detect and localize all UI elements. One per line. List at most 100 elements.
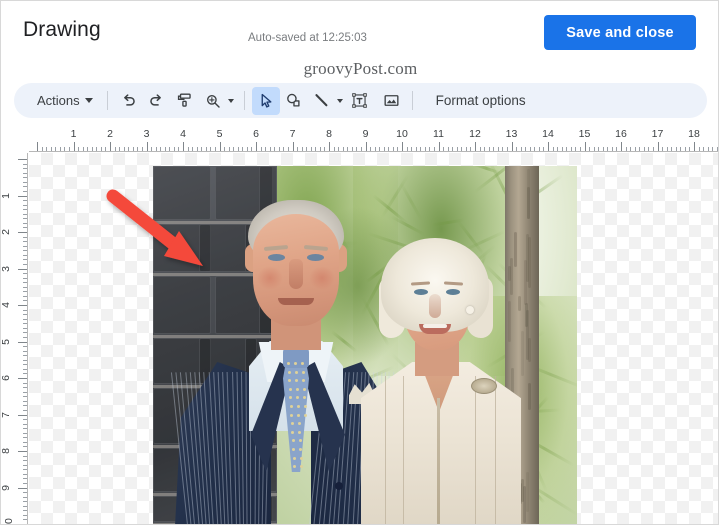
ruler-tick (265, 147, 266, 151)
ruler-tick (23, 364, 27, 365)
ruler-number: 4 (1, 302, 12, 308)
ruler-tick (575, 147, 576, 151)
photo-trunk-streak (528, 338, 531, 362)
photo-image[interactable] (153, 166, 577, 525)
ruler-number: 2 (1, 229, 12, 235)
ruler-tick (439, 142, 440, 151)
photo-person-left-cheek (257, 266, 283, 290)
ruler-tick (23, 255, 27, 256)
ruler-tick (658, 142, 659, 151)
ruler-tick (210, 147, 211, 151)
ruler-tick (23, 355, 27, 356)
ruler-baseline (29, 151, 719, 152)
ruler-tick (379, 147, 380, 151)
photo-trunk-streak (514, 232, 517, 267)
vertical-ruler[interactable]: 1 2 3 4 5 6 7 8 9 10 (1, 153, 29, 525)
ruler-tick (329, 142, 330, 151)
select-tool[interactable] (252, 87, 280, 115)
ruler-tick (23, 200, 27, 201)
ruler-tick (23, 205, 27, 206)
photo-tie-dot (294, 362, 297, 365)
shape-icon (284, 91, 303, 110)
ruler-number: 7 (290, 128, 296, 140)
ruler-tick (297, 147, 298, 151)
ruler-tick (87, 147, 88, 151)
drawing-canvas[interactable] (29, 153, 719, 525)
ruler-tick (443, 147, 444, 151)
ruler-tick (324, 147, 325, 151)
ruler-tick (18, 159, 27, 160)
photo-trunk-streak (510, 258, 513, 295)
ruler-tick (498, 147, 499, 151)
ruler-tick (594, 147, 595, 151)
chevron-down-icon (85, 98, 93, 103)
actions-menu-label: Actions (37, 93, 80, 108)
ruler-tick (105, 147, 106, 151)
ruler-number: 2 (107, 128, 113, 140)
ruler-tick (283, 147, 284, 151)
cursor-icon (257, 92, 275, 110)
ruler-tick (315, 147, 316, 151)
ruler-tick (23, 446, 27, 447)
ruler-tick (23, 373, 27, 374)
image-tool[interactable] (378, 87, 406, 115)
ruler-tick (23, 442, 27, 443)
ruler-tick (142, 147, 143, 151)
paint-format-button[interactable] (171, 87, 199, 115)
ruler-tick (393, 147, 394, 151)
photo-tie-dot (289, 388, 292, 391)
ruler-tick (461, 147, 462, 151)
photo-person-left-nose (289, 259, 303, 289)
zoom-chevron-down-icon[interactable] (228, 99, 234, 103)
ruler-tick (23, 483, 27, 484)
photo-tie-dot (288, 371, 291, 374)
line-chevron-down-icon[interactable] (337, 99, 343, 103)
ruler-tick (530, 147, 531, 151)
undo-button[interactable] (115, 87, 143, 115)
ruler-tick (133, 147, 134, 151)
ruler-tick (557, 147, 558, 151)
photo-trunk-streak (526, 472, 529, 512)
redo-button[interactable] (143, 87, 171, 115)
save-and-close-button[interactable]: Save and close (544, 15, 696, 50)
shape-tool[interactable] (280, 87, 308, 115)
zoom-button[interactable] (199, 87, 227, 115)
ruler-tick (347, 147, 348, 151)
ruler-tick (51, 147, 52, 151)
ruler-tick (370, 147, 371, 151)
ruler-tick (352, 147, 353, 151)
ruler-tick (23, 515, 27, 516)
ruler-tick (416, 147, 417, 151)
ruler-number: 10 (396, 128, 408, 140)
horizontal-ruler[interactable]: 1 2 3 4 5 6 7 8 9 10 11 12 13 14 15 16 17 18 (29, 127, 719, 153)
ruler-tick (23, 506, 27, 507)
ruler-number: 1 (1, 193, 12, 199)
ruler-tick (201, 147, 202, 151)
ruler-tick (23, 478, 27, 479)
page-title: Drawing (23, 18, 101, 42)
photo-trunk-streak (521, 331, 524, 376)
actions-menu-button[interactable]: Actions (28, 87, 100, 115)
ruler-tick (23, 164, 27, 165)
ruler-tick (607, 147, 608, 151)
line-tool[interactable] (308, 87, 336, 115)
ruler-tick (375, 147, 376, 151)
ruler-tick (23, 296, 27, 297)
ruler-tick (224, 147, 225, 151)
ruler-number: 8 (326, 128, 332, 140)
ruler-tick (23, 259, 27, 260)
ruler-number: 11 (433, 128, 444, 140)
photo-tie-dot (290, 405, 293, 408)
photo-jacket-seam (475, 376, 476, 525)
ruler-number: 5 (217, 128, 223, 140)
format-options-button[interactable]: Format options (430, 87, 532, 115)
ruler-tick (334, 147, 335, 151)
ruler-tick (23, 497, 27, 498)
ruler-tick (366, 142, 367, 151)
ruler-tick (183, 142, 184, 151)
ruler-tick (571, 147, 572, 151)
ruler-tick (507, 147, 508, 151)
ruler-tick (23, 392, 27, 393)
text-box-tool[interactable] (346, 87, 374, 115)
photo-stone-block (153, 166, 211, 220)
